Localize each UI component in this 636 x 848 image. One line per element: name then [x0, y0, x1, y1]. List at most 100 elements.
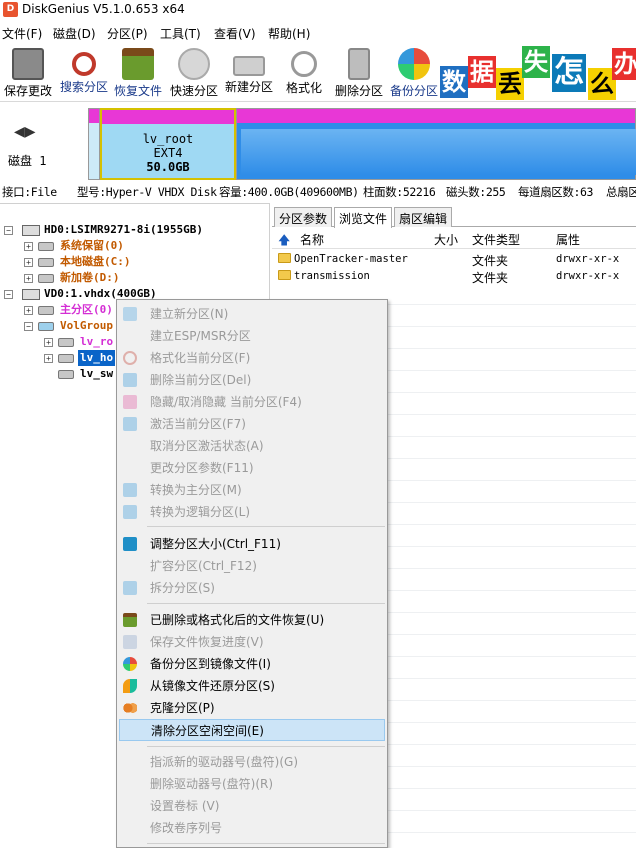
- partition-size: 50.0GB: [146, 160, 190, 174]
- menu-item-to-primary[interactable]: 转换为主分区(M): [119, 479, 385, 501]
- backup-pie-icon: [123, 657, 137, 671]
- delete-icon: [123, 373, 137, 387]
- partition-segment-rest[interactable]: [236, 108, 636, 180]
- tab-sector-editor[interactable]: 扇区编辑: [394, 207, 453, 227]
- menu-item-new-partition[interactable]: 建立新分区(N): [119, 303, 385, 325]
- menu-separator: [147, 526, 385, 527]
- partition-fs: EXT4: [153, 146, 183, 160]
- menu-view[interactable]: 查看(V): [214, 25, 256, 42]
- menu-file[interactable]: 文件(F): [2, 25, 42, 42]
- save-changes-button[interactable]: 保存更改: [0, 46, 56, 100]
- window-title: DiskGenius V5.1.0.653 x64: [22, 2, 185, 16]
- menu-item-set-label[interactable]: 设置卷标 (V): [119, 795, 385, 817]
- promo-banner[interactable]: 数 据 丢 失 怎 么 办: [440, 44, 636, 102]
- hide-icon: [123, 395, 137, 409]
- backup-partition-button[interactable]: 备份分区: [386, 46, 442, 100]
- file-column-headers: 🡅 名称 大小 文件类型 属性: [272, 229, 636, 249]
- disk-save-icon: [12, 48, 44, 80]
- drive-icon: [38, 242, 54, 251]
- resize-icon: [123, 537, 137, 551]
- prev-disk-icon[interactable]: ◀: [14, 124, 25, 140]
- convert-logical-icon: [123, 505, 137, 519]
- recover-files-button[interactable]: 恢复文件: [110, 46, 166, 100]
- disk-info-bar: 接口:File 型号:Hyper-V VHDX Disk 容量:400.0GB(…: [2, 185, 636, 199]
- menu-item-esp-msr[interactable]: 建立ESP/MSR分区: [119, 325, 385, 347]
- partition-name: lv_root: [142, 132, 194, 146]
- clone-icon: [123, 701, 137, 715]
- col-name[interactable]: 名称: [300, 231, 324, 248]
- magnifier-icon: [72, 52, 96, 76]
- search-partition-button[interactable]: 搜索分区: [56, 46, 112, 100]
- up-arrow-icon[interactable]: 🡅: [278, 231, 290, 252]
- menu-item-file-recovery[interactable]: 已删除或格式化后的文件恢复(U): [119, 609, 385, 631]
- new-partition-icon: [123, 307, 137, 321]
- tab-partition-params[interactable]: 分区参数: [274, 207, 333, 227]
- menu-item-restore-image[interactable]: 从镜像文件还原分区(S): [119, 675, 385, 697]
- partition-segment-small[interactable]: [88, 108, 100, 180]
- format-disc-icon: [291, 51, 317, 77]
- new-drive-icon: [233, 56, 265, 76]
- recover-box-icon: [122, 48, 154, 80]
- col-attr[interactable]: 属性: [556, 231, 580, 248]
- partition-segment-lv-root[interactable]: lv_root EXT4 50.0GB: [100, 108, 236, 180]
- disk-nav-arrows[interactable]: ◀▶: [14, 124, 36, 140]
- menu-partition[interactable]: 分区(P): [107, 25, 148, 42]
- menu-disk[interactable]: 磁盘(D): [53, 25, 96, 42]
- menu-item-resize[interactable]: 调整分区大小(Ctrl_F11): [119, 533, 385, 555]
- menu-item-split[interactable]: 拆分分区(S): [119, 577, 385, 599]
- menu-help[interactable]: 帮助(H): [268, 25, 310, 42]
- restore-icon: [123, 679, 137, 693]
- menu-item-change-serial[interactable]: 修改卷序列号: [119, 817, 385, 839]
- delete-partition-button[interactable]: 删除分区: [331, 46, 387, 100]
- tab-strip: 分区参数 浏览文件 扇区编辑: [272, 207, 636, 228]
- trash-icon: [348, 48, 370, 80]
- menu-item-change-params[interactable]: 更改分区参数(F11): [119, 457, 385, 479]
- quick-partition-button[interactable]: 快速分区: [166, 46, 222, 100]
- menu-separator: [147, 746, 385, 747]
- drive-icon: [38, 258, 54, 267]
- save-progress-icon: [123, 635, 137, 649]
- menu-tools[interactable]: 工具(T): [160, 25, 201, 42]
- menu-separator: [147, 843, 385, 844]
- convert-primary-icon: [123, 483, 137, 497]
- menu-item-clone[interactable]: 克隆分区(P): [119, 697, 385, 719]
- format-icon: [123, 351, 137, 365]
- volume-group-icon: [38, 322, 54, 331]
- menu-item-delete[interactable]: 删除当前分区(Del): [119, 369, 385, 391]
- folder-icon: [278, 270, 291, 280]
- quick-disk-icon: [178, 48, 210, 80]
- menu-item-wipe-free-space[interactable]: 清除分区空闲空间(E): [119, 719, 385, 741]
- col-type[interactable]: 文件类型: [472, 231, 520, 248]
- drive-icon: [38, 274, 54, 283]
- menu-item-save-progress[interactable]: 保存文件恢复进度(V): [119, 631, 385, 653]
- menu-item-deactivate[interactable]: 取消分区激活状态(A): [119, 435, 385, 457]
- drive-icon: [58, 370, 74, 379]
- menu-item-backup-image[interactable]: 备份分区到镜像文件(I): [119, 653, 385, 675]
- next-disk-icon[interactable]: ▶: [25, 124, 36, 140]
- backup-pie-icon: [398, 48, 430, 80]
- drive-icon: [58, 338, 74, 347]
- menu-item-remove-letter[interactable]: 删除驱动器号(盘符)(R): [119, 773, 385, 795]
- file-row[interactable]: OpenTracker-master 文件夹 drwxr-xr-x: [272, 251, 636, 268]
- new-partition-button[interactable]: 新建分区: [221, 46, 277, 100]
- menu-separator: [147, 603, 385, 604]
- recovery-box-icon: [123, 613, 137, 627]
- menu-item-format[interactable]: 格式化当前分区(F): [119, 347, 385, 369]
- menu-item-activate[interactable]: 激活当前分区(F7): [119, 413, 385, 435]
- title-bar: D DiskGenius V5.1.0.653 x64: [0, 0, 636, 20]
- activate-icon: [123, 417, 137, 431]
- menu-item-hide[interactable]: 隐藏/取消隐藏 当前分区(F4): [119, 391, 385, 413]
- menu-item-to-logical[interactable]: 转换为逻辑分区(L): [119, 501, 385, 523]
- virtual-disk-icon: [22, 289, 40, 300]
- split-icon: [123, 581, 137, 595]
- menu-item-assign-letter[interactable]: 指派新的驱动器号(盘符)(G): [119, 751, 385, 773]
- folder-icon: [278, 253, 291, 263]
- app-icon: D: [3, 2, 18, 17]
- menu-bar: 文件(F) 磁盘(D) 分区(P) 工具(T) 查看(V) 帮助(H): [0, 22, 636, 42]
- hard-disk-icon: [22, 225, 40, 236]
- tab-browse-files[interactable]: 浏览文件: [334, 207, 393, 228]
- drive-icon: [38, 306, 54, 315]
- format-button[interactable]: 格式化: [276, 46, 332, 100]
- menu-item-extend[interactable]: 扩容分区(Ctrl_F12): [119, 555, 385, 577]
- col-size[interactable]: 大小: [434, 231, 458, 248]
